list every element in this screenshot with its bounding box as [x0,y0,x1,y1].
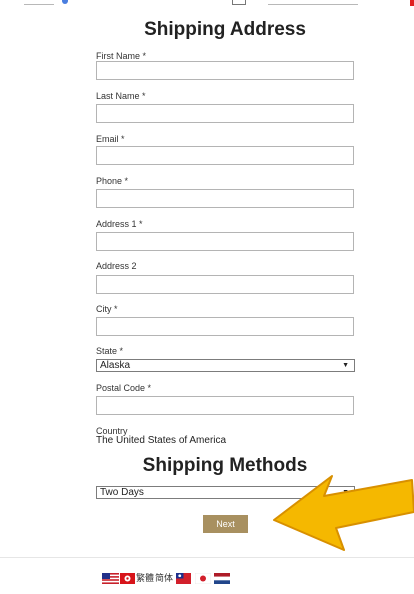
toolbar-fragment [62,0,68,4]
next-button[interactable]: Next [203,515,248,533]
address-2-label: Address 2 [96,261,137,271]
toolbar-fragment [268,0,358,5]
state-select[interactable]: Alaska ▼ [96,359,355,372]
state-selected-value: Alaska [100,360,131,371]
country-value: The United States of America [96,435,227,446]
taiwan-flag-icon[interactable] [176,573,191,584]
arrow-pointer-icon [273,475,414,551]
shipping-method-selected-value: Two Days [100,487,144,498]
state-label: State * [96,346,124,356]
toolbar-fragment [410,0,414,6]
address-1-input[interactable] [96,232,354,251]
simplified-chinese-link[interactable]: 简体 [155,573,173,584]
footer-divider [0,557,414,558]
japan-flag-icon[interactable] [195,573,211,584]
postal-code-label: Postal Code * [96,383,152,393]
city-input[interactable] [96,317,354,336]
us-flag-icon[interactable] [102,573,119,584]
shipping-address-heading: Shipping Address [144,19,306,40]
browser-top-strip [0,0,414,8]
toolbar-fragment [24,0,54,5]
last-name-label: Last Name * [96,91,146,101]
first-name-label: First Name * [96,51,147,61]
phone-input[interactable] [96,189,354,208]
chevron-down-icon: ▼ [342,362,349,369]
traditional-chinese-link[interactable]: 繁體 [136,573,154,584]
last-name-input[interactable] [96,104,354,123]
netherlands-flag-icon[interactable] [214,573,230,584]
phone-label: Phone * [96,176,129,186]
first-name-input[interactable] [96,61,354,80]
address-2-input[interactable] [96,275,354,294]
email-input[interactable] [96,146,354,165]
city-label: City * [96,304,118,314]
email-label: Email * [96,134,125,144]
postal-code-input[interactable] [96,396,354,415]
address-1-label: Address 1 * [96,219,143,229]
hong-kong-flag-icon[interactable] [120,573,135,584]
toolbar-fragment [232,0,246,5]
